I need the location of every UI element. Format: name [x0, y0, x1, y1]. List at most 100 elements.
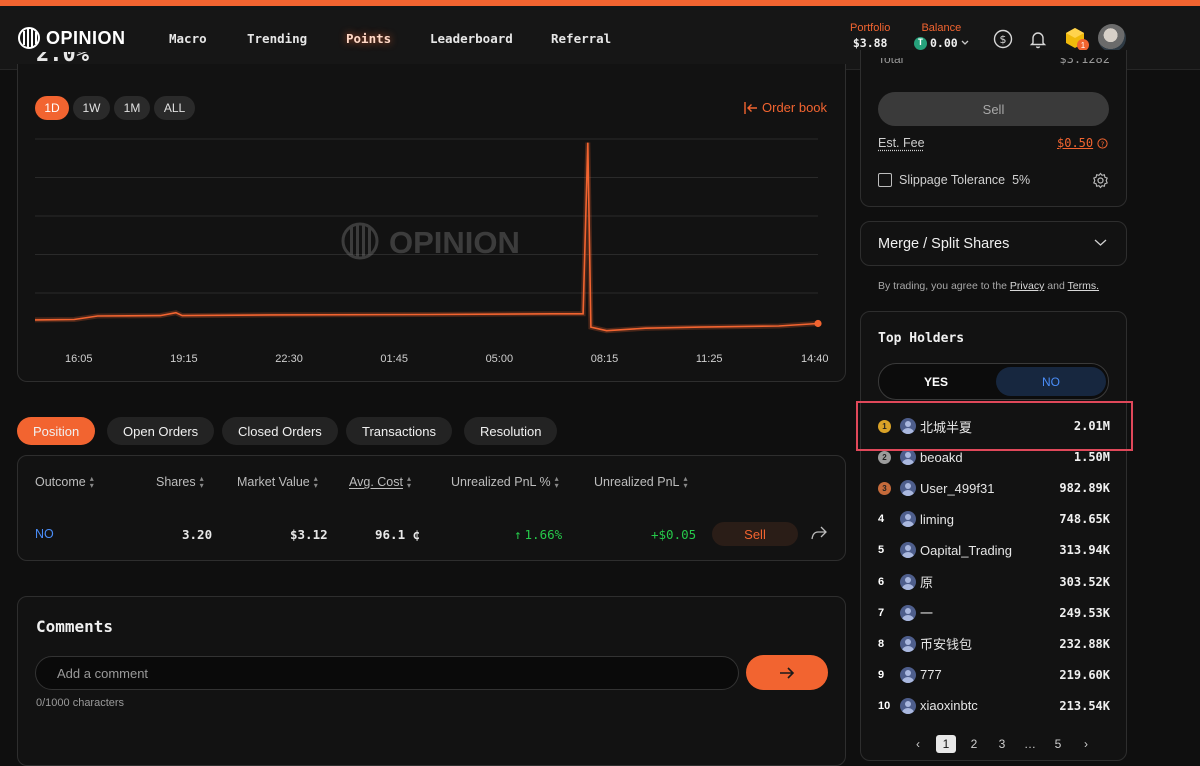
- user-avatar[interactable]: [1098, 24, 1126, 52]
- collapse-left-icon: [744, 101, 757, 114]
- portfolio-stat[interactable]: Portfolio $3.88: [850, 22, 890, 50]
- send-comment-button[interactable]: [746, 655, 828, 690]
- dollar-circle-icon[interactable]: $: [992, 28, 1014, 50]
- holder-value: 213.54K: [1059, 698, 1110, 713]
- toggle-yes[interactable]: YES: [880, 367, 992, 396]
- privacy-link[interactable]: Privacy: [1010, 280, 1044, 292]
- rewards-box-icon[interactable]: 1: [1063, 26, 1089, 51]
- comments-title: Comments: [36, 617, 114, 636]
- sort-icon: ▴ ▾: [406, 474, 411, 490]
- holder-value: 1.50M: [1073, 450, 1110, 465]
- nav-points[interactable]: Points: [346, 31, 391, 46]
- col-avg-cost[interactable]: Avg. Cost ▴ ▾: [349, 474, 411, 490]
- balance-stat[interactable]: Balance T 0.00: [914, 22, 969, 50]
- logo[interactable]: OPINION: [18, 27, 126, 49]
- holder-rank: 8: [878, 637, 885, 650]
- holder-row[interactable]: 6 原 303.52K: [878, 572, 1110, 592]
- holder-rank: 3: [878, 481, 896, 495]
- chart-watermark: OPINION: [341, 222, 520, 260]
- balance-label: Balance: [921, 22, 962, 34]
- share-icon[interactable]: [811, 526, 827, 540]
- page-3[interactable]: 3: [992, 735, 1012, 753]
- next-page-icon[interactable]: ›: [1076, 735, 1096, 753]
- opinion-logo-icon: [18, 27, 40, 49]
- tab-open-orders[interactable]: Open Orders: [107, 417, 215, 445]
- col-unrealized-pnl-pct[interactable]: Unrealized PnL % ▴ ▾: [451, 475, 559, 490]
- col-outcome[interactable]: Outcome ▴ ▾: [35, 474, 94, 490]
- holder-rank: 10: [878, 699, 891, 712]
- holder-name[interactable]: 777: [920, 667, 1059, 682]
- x-tick-label: 22:30: [275, 353, 303, 365]
- holder-row[interactable]: 4 liming 748.65K: [878, 509, 1110, 529]
- holder-rank: 4: [878, 513, 885, 526]
- tab-closed-orders[interactable]: Closed Orders: [222, 417, 338, 445]
- holder-name[interactable]: 一: [920, 603, 1059, 622]
- page-2[interactable]: 2: [964, 735, 984, 753]
- holder-name[interactable]: Oapital_Trading: [920, 543, 1059, 558]
- holder-avatar: [900, 542, 916, 559]
- rank-medal-icon: 2: [878, 450, 891, 464]
- help-icon: ?: [1097, 137, 1108, 149]
- x-tick-label: 11:25: [695, 353, 723, 365]
- cell-market-value: $3.12: [290, 527, 328, 542]
- holder-name[interactable]: User_499f31: [920, 481, 1059, 496]
- range-1m-button[interactable]: 1M: [114, 96, 150, 120]
- holder-value: 982.89K: [1059, 481, 1110, 496]
- holder-value: 249.53K: [1059, 605, 1110, 620]
- holder-rank: 5: [878, 544, 885, 557]
- toggle-no[interactable]: NO: [996, 367, 1106, 396]
- holder-avatar: [900, 666, 916, 683]
- holder-row[interactable]: 10 xiaoxinbtc 213.54K: [878, 696, 1110, 716]
- char-count: 0/1000 characters: [36, 697, 125, 709]
- page-5[interactable]: 5: [1048, 735, 1068, 753]
- holder-avatar: [900, 480, 916, 497]
- sell-button[interactable]: Sell: [878, 92, 1109, 126]
- holder-name[interactable]: xiaoxinbtc: [920, 698, 1059, 713]
- holder-row[interactable]: 5 Oapital_Trading 313.94K: [878, 540, 1110, 560]
- comment-input[interactable]: Add a comment: [35, 656, 739, 690]
- nav-referral[interactable]: Referral: [551, 31, 611, 46]
- nav-macro[interactable]: Macro: [169, 31, 207, 46]
- holder-avatar: [900, 511, 916, 528]
- slippage-checkbox[interactable]: [878, 173, 892, 187]
- prev-page-icon[interactable]: ‹: [908, 735, 928, 753]
- range-all-button[interactable]: ALL: [154, 96, 195, 120]
- holder-name[interactable]: 原: [920, 572, 1059, 591]
- row-sell-button[interactable]: Sell: [712, 522, 798, 546]
- tab-transactions[interactable]: Transactions: [346, 417, 452, 445]
- holder-avatar: [900, 697, 916, 714]
- portfolio-value: $3.88: [852, 36, 888, 50]
- tab-position[interactable]: Position: [17, 417, 96, 445]
- chevron-down-icon: [1094, 239, 1107, 246]
- x-tick-label: 14:40: [801, 353, 829, 365]
- holder-name[interactable]: liming: [920, 512, 1059, 527]
- terms-link[interactable]: Terms.: [1068, 280, 1100, 292]
- col-shares[interactable]: Shares ▴ ▾: [156, 475, 204, 490]
- range-1w-button[interactable]: 1W: [73, 96, 110, 120]
- holder-row[interactable]: 7 一 249.53K: [878, 603, 1110, 623]
- cell-pnl: +$0.05: [651, 527, 697, 542]
- holder-row[interactable]: 9 777 219.60K: [878, 665, 1110, 685]
- top-holders-title: Top Holders: [878, 331, 965, 346]
- page-1[interactable]: 1: [936, 735, 956, 753]
- holder-name[interactable]: 币安钱包: [920, 634, 1059, 653]
- sort-icon: ▴ ▾: [89, 474, 94, 490]
- holder-row[interactable]: 3 User_499f31 982.89K: [878, 478, 1110, 498]
- est-fee-value[interactable]: $0.50 ?: [1057, 136, 1108, 150]
- bell-icon[interactable]: [1027, 28, 1049, 50]
- col-unrealized-pnl[interactable]: Unrealized PnL ▴ ▾: [594, 475, 687, 490]
- col-market-value[interactable]: Market Value ▴ ▾: [237, 475, 318, 490]
- order-book-link[interactable]: Order book: [744, 100, 827, 115]
- slippage-row[interactable]: Slippage Tolerance 5%: [878, 173, 1030, 187]
- tab-resolution[interactable]: Resolution: [464, 417, 558, 445]
- holder-name[interactable]: beoakd: [920, 450, 1074, 465]
- nav-leaderboard[interactable]: Leaderboard: [430, 31, 513, 46]
- holder-value: 748.65K: [1059, 512, 1110, 527]
- watermark-text: OPINION: [389, 225, 520, 260]
- gear-icon[interactable]: [1092, 172, 1109, 189]
- holder-value: 313.94K: [1059, 543, 1110, 558]
- holder-row[interactable]: 8 币安钱包 232.88K: [878, 634, 1110, 654]
- nav-trending[interactable]: Trending: [247, 31, 307, 46]
- market-price-title: 2.0%: [36, 52, 89, 67]
- range-1d-button[interactable]: 1D: [35, 96, 69, 120]
